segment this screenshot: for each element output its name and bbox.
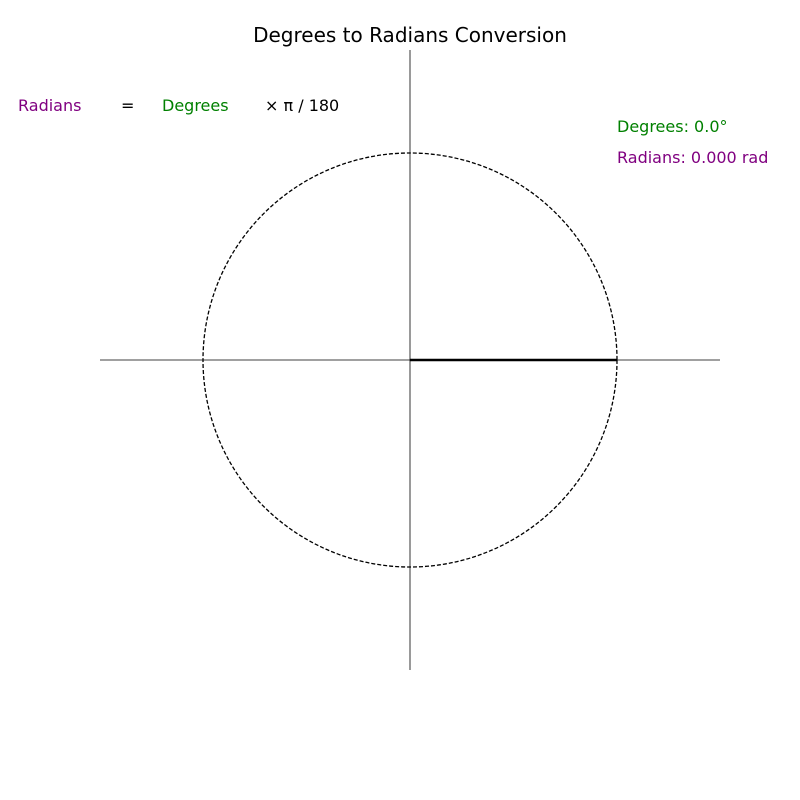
degrees-readout: Degrees: 0.0° (617, 117, 728, 136)
formula-equals-sign: = (121, 96, 135, 115)
formula-radians-label: Radians (18, 96, 82, 115)
radians-readout: Radians: 0.000 rad (617, 148, 769, 167)
diagram-canvas: Degrees to Radians Conversion Radians = … (0, 0, 800, 800)
formula-degrees-label: Degrees (162, 96, 229, 115)
formula-pi-over-180: × π / 180 (265, 96, 340, 115)
diagram-title: Degrees to Radians Conversion (253, 23, 567, 47)
